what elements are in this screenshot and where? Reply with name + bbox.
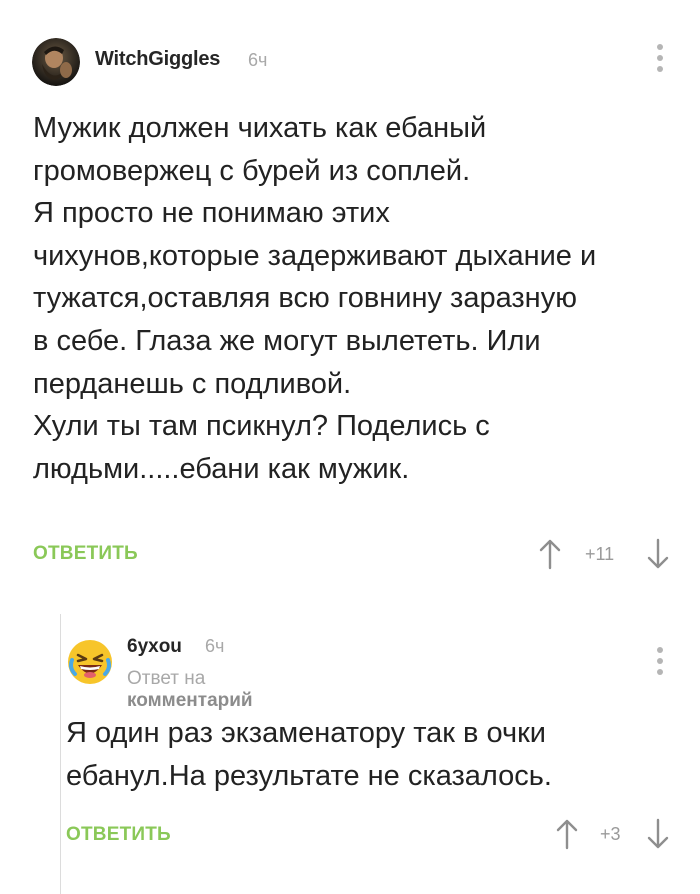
arrow-down-icon[interactable] (646, 538, 670, 570)
comment-text-line: громовержец с бурей из соплей. (33, 154, 471, 187)
comment-text-line: в себе. Глаза же могут вылететь. Или (33, 324, 541, 357)
author-name[interactable]: WitchGiggles (95, 48, 220, 71)
comment-text-line: Я просто не понимаю этих (33, 197, 390, 230)
comment-text-line: тужатся,оставляя всю говнину заразную (33, 282, 577, 315)
arrow-down-icon[interactable] (646, 818, 670, 850)
timestamp: 6ч (248, 50, 268, 70)
comment-text-line: Мужик должен чихать как ебаный (33, 112, 487, 144)
timestamp: 6ч (205, 636, 225, 656)
comment-text-line: людьми.....ебани как мужик. (33, 452, 410, 485)
reply-button[interactable]: ОТВЕТИТЬ (33, 543, 138, 565)
comment-text-line: перданешь с подливой. (33, 367, 352, 400)
reply-to-link[interactable]: комментарий (127, 690, 253, 711)
comment-body: Я один раз экзаменатору так в очки ебану… (66, 712, 676, 797)
reply-to-info: Ответ на комментарий (127, 668, 253, 712)
thread-line[interactable] (60, 614, 61, 894)
avatar[interactable] (66, 638, 114, 686)
author-name[interactable]: 6yxou (127, 636, 182, 658)
rating-score: +11 (585, 544, 615, 564)
arrow-up-icon[interactable] (538, 538, 562, 570)
comment-body: Мужик должен чихать как ебаный громоверж… (33, 107, 673, 490)
comment-text-line: чихунов,которые задерживают дыхание и (33, 239, 597, 272)
comment-text-line: Я один раз экзаменатору так в очки (66, 717, 547, 749)
avatar[interactable] (32, 38, 80, 86)
reply-to-prefix: Ответ на (127, 668, 206, 689)
comment-text-line: Хули ты там псикнул? Поделись с (33, 410, 490, 443)
comment-text-line: ебанул.На результате не сказалось. (66, 759, 552, 792)
more-vertical-icon[interactable] (650, 645, 670, 679)
reply-button[interactable]: ОТВЕТИТЬ (66, 824, 171, 846)
arrow-up-icon[interactable] (555, 818, 579, 850)
more-vertical-icon[interactable] (650, 42, 670, 76)
rating-score: +3 (600, 824, 621, 844)
